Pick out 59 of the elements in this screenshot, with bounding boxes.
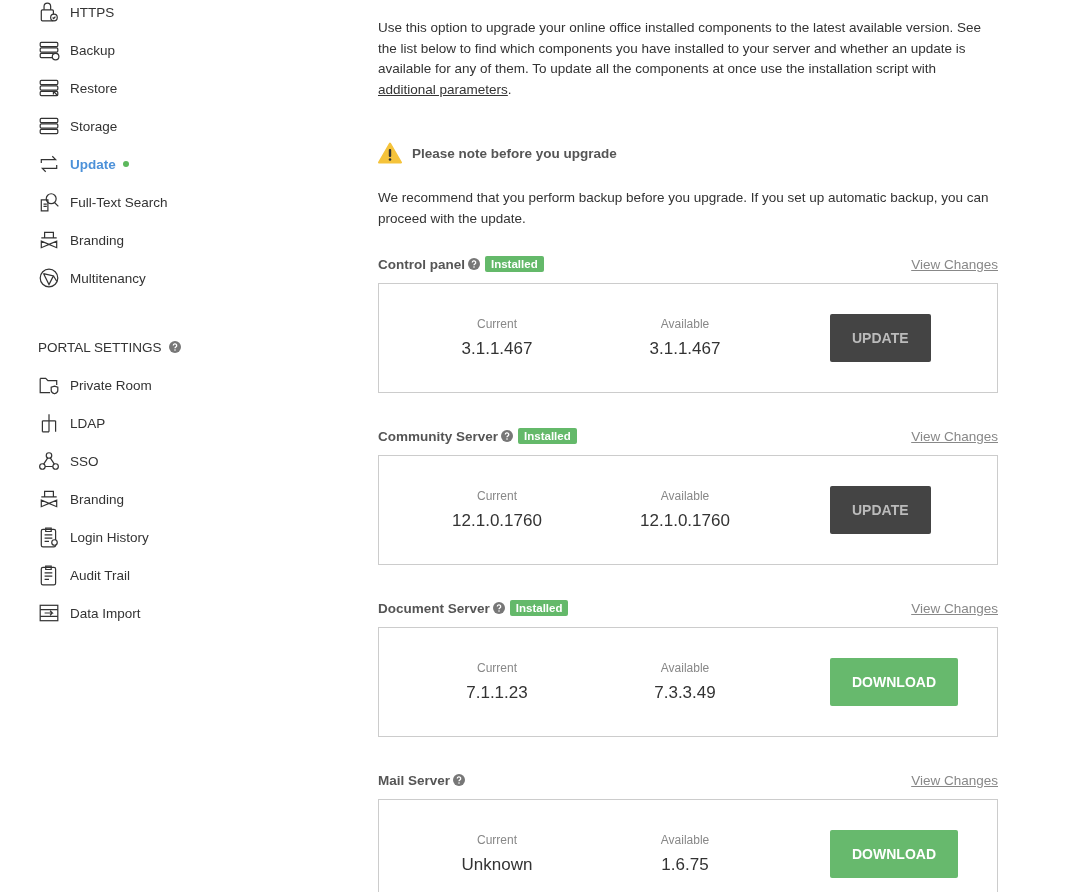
available-version: 3.1.1.467 [649, 339, 721, 359]
warning-icon [378, 142, 402, 164]
current-label: Current [477, 661, 517, 675]
sidebar-item[interactable]: Backup [38, 31, 378, 69]
backup-icon [38, 39, 60, 61]
current-version: 12.1.0.1760 [452, 511, 542, 531]
description-text: Use this option to upgrade your online office installed components to the latest available version. See the list below to find which components you have installed to your server and whether an update is available for any of them. To update all the components at once use the installation script with additional parameters. [378, 19, 983, 99]
component-name: Community Server [378, 428, 499, 444]
update-icon [38, 153, 60, 175]
sidebar-item[interactable]: Branding [38, 480, 378, 518]
sso-icon [38, 450, 60, 472]
help-icon[interactable] [168, 341, 181, 353]
sidebar-item[interactable]: LDAP [38, 404, 378, 442]
sidebar-item[interactable]: SSO [38, 442, 378, 480]
sidebar-item[interactable]: Branding [38, 221, 378, 259]
installed-badge: Installed [485, 256, 544, 272]
current-version: 7.1.1.23 [466, 683, 528, 703]
available-label: Available [660, 833, 710, 847]
restore-icon [38, 77, 60, 99]
current-label: Current [477, 833, 517, 847]
sidebar-item[interactable]: Private Room [38, 366, 378, 404]
current-version: 3.1.1.467 [461, 339, 533, 359]
help-icon[interactable] [468, 258, 480, 270]
section-heading: PORTAL SETTINGS [38, 339, 162, 355]
view-changes-link[interactable]: View Changes [911, 256, 998, 272]
installed-badge: Installed [509, 600, 569, 616]
view-changes-link[interactable]: View Changes [911, 428, 998, 444]
sidebar-item[interactable]: HTTPS [38, 0, 378, 31]
view-changes-link[interactable]: View Changes [911, 600, 998, 616]
sidebar-item[interactable]: Restore [38, 69, 378, 107]
available-version: 1.6.75 [661, 855, 709, 875]
sidebar-item[interactable]: Login History [38, 518, 378, 556]
sidebar-item[interactable]: Audit Trail [38, 556, 378, 594]
search-icon [38, 191, 60, 213]
available-label: Available [660, 317, 710, 331]
available-label: Available [660, 661, 710, 675]
sidebar-item[interactable]: Multitenancy [38, 259, 378, 297]
installed-badge: Installed [518, 428, 577, 444]
sidebar-item[interactable]: Data Import [38, 594, 378, 632]
current-label: Current [477, 489, 517, 503]
available-label: Available [660, 489, 710, 503]
available-version: 7.3.3.49 [654, 683, 716, 703]
sidebar-item[interactable]: Storage [38, 107, 378, 145]
component-name: Mail Server [378, 772, 451, 788]
note-text: We recommend that you perform backup before you upgrade. If you set up automatic backup, you can proceed with the update. [378, 189, 990, 228]
component-name: Control panel [378, 256, 465, 272]
help-icon[interactable] [453, 774, 466, 786]
parameters-link[interactable]: additional parameters [378, 81, 508, 97]
view-changes-link[interactable]: View Changes [911, 772, 998, 788]
component-name: Document Server [378, 600, 490, 616]
note-title: Please note before you upgrade [412, 145, 617, 161]
sidebar-item[interactable]: Full-Text Search [38, 183, 378, 221]
current-version: Unknown [461, 855, 533, 875]
current-label: Current [477, 317, 517, 331]
help-icon[interactable] [492, 602, 505, 614]
lock-icon [38, 1, 60, 23]
help-icon[interactable] [501, 430, 514, 442]
storage-icon [38, 115, 60, 137]
available-version: 12.1.0.1760 [640, 511, 730, 531]
